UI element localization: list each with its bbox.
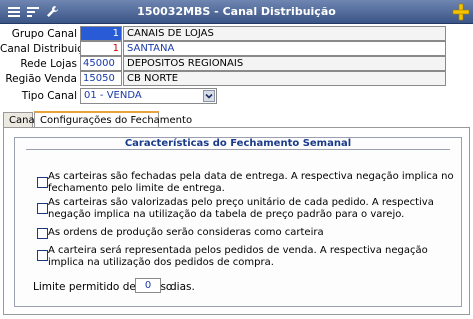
- option-text-ordens-producao: As ordens de produção serão consideras c…: [48, 227, 324, 238]
- tab-canal[interactable]: Canal: [3, 112, 37, 128]
- regiao-venda-code[interactable]: 15050: [80, 71, 122, 86]
- regiao-venda-description: CB NORTE: [123, 71, 446, 86]
- limite-atraso-input[interactable]: 0: [135, 278, 161, 293]
- rede-lojas-description: DEPOSITOS REGIONAIS: [123, 56, 446, 71]
- tipo-canal-label: Tipo Canal: [21, 90, 77, 102]
- dropdown-button[interactable]: [203, 90, 215, 102]
- tipo-canal-value: 01 - VENDA: [84, 90, 142, 101]
- option-checkbox-ordens-producao[interactable]: [37, 228, 48, 239]
- title-divider: [26, 149, 450, 150]
- option-text-preco-unitario: As carteiras são valorizadas pelo preço …: [48, 197, 434, 220]
- limite-atraso-unit: dias.: [170, 281, 195, 293]
- canal-distribuicao-label: Canal Distribuição: [0, 43, 96, 55]
- add-icon[interactable]: [451, 2, 471, 22]
- regiao-venda-label: Região Venda: [5, 73, 77, 85]
- grupo-canal-code[interactable]: 1: [80, 26, 122, 41]
- tipo-canal-select[interactable]: 01 - VENDA: [80, 88, 217, 104]
- rede-lojas-code[interactable]: 45000: [80, 56, 122, 71]
- option-checkbox-data-entrega[interactable]: [37, 177, 48, 188]
- canal-distribuicao-code[interactable]: 1: [80, 41, 122, 56]
- option-checkbox-preco-unitario[interactable]: [37, 203, 48, 214]
- window-title: 150032MBS - Canal Distribuição: [137, 5, 336, 18]
- chevron-down-icon: [205, 93, 213, 99]
- fechamento-title: Características do Fechamento Semanal: [124, 138, 352, 149]
- option-text-data-entrega: As carteiras são fechadas pela data de e…: [48, 171, 454, 194]
- tab-configuracoes-fechamento[interactable]: Configurações do Fechamento: [34, 111, 192, 128]
- option-text-pedidos-venda: A carteira será representada pelos pedid…: [48, 245, 428, 268]
- option-checkbox-pedidos-venda[interactable]: [37, 250, 48, 261]
- grupo-canal-label: Grupo Canal: [11, 28, 77, 40]
- grupo-canal-description: CANAIS DE LOJAS: [123, 26, 446, 41]
- title-bar: 150032MBS - Canal Distribuição: [0, 0, 473, 24]
- canal-distribuicao-description[interactable]: SANTANA: [123, 41, 446, 56]
- rede-lojas-label: Rede Lojas: [20, 58, 77, 70]
